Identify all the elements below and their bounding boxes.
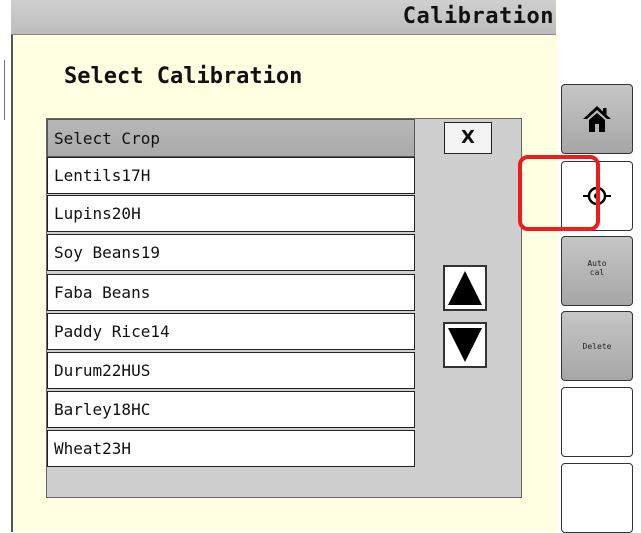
- autocal-button[interactable]: Auto cal: [561, 236, 633, 306]
- delete-button[interactable]: Delete: [561, 311, 633, 381]
- crop-item-barley[interactable]: Barley18HC: [47, 391, 415, 428]
- autocal-label-line1: Auto: [587, 259, 607, 268]
- delete-label: Delete: [582, 342, 612, 351]
- crop-list-header: Select Crop: [47, 119, 415, 157]
- arrow-up-icon: [448, 271, 482, 305]
- crop-item-wheat[interactable]: Wheat23H: [47, 430, 415, 467]
- crop-item-lupins[interactable]: Lupins20H: [47, 195, 415, 232]
- home-button[interactable]: [561, 84, 633, 154]
- close-button[interactable]: X: [444, 122, 492, 154]
- crop-item-faba-beans[interactable]: Faba Beans: [47, 274, 415, 311]
- dialog-heading: Select Calibration: [64, 64, 303, 89]
- title-bar: Calibration: [11, 0, 556, 35]
- crop-item-soy-beans[interactable]: Soy Beans19: [47, 234, 415, 271]
- left-edge-divider: [4, 60, 9, 120]
- window-title: Calibration: [402, 4, 554, 29]
- autocal-label-line2: cal: [589, 268, 605, 277]
- crop-item-paddy-rice[interactable]: Paddy Rice14: [47, 313, 415, 350]
- blank-softkey-1[interactable]: [561, 387, 633, 457]
- arrow-down-icon: [448, 328, 482, 362]
- scroll-up-button[interactable]: [443, 265, 487, 311]
- home-icon: [583, 106, 611, 132]
- crop-item-durum[interactable]: Durum22HUS: [47, 352, 415, 389]
- target-icon: [583, 182, 611, 210]
- target-button[interactable]: [561, 161, 633, 231]
- crop-item-lentils[interactable]: Lentils17H: [47, 157, 415, 194]
- blank-softkey-2[interactable]: [561, 463, 633, 533]
- scroll-down-button[interactable]: [443, 322, 487, 368]
